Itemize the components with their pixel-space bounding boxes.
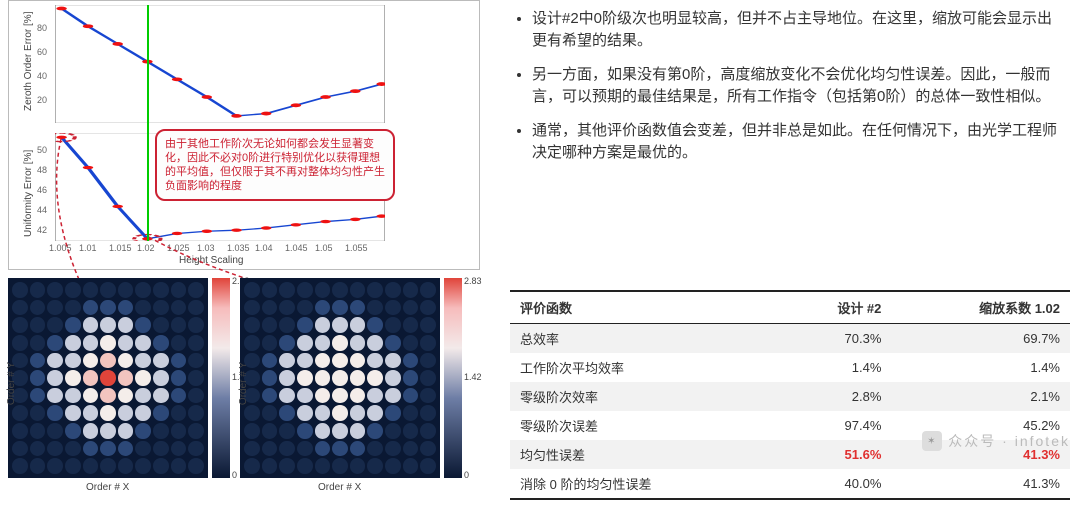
bullet-list: 设计#2中0阶级次也明显较高，但并不占主导地位。在这里，缩放可能会显示出更有希望… <box>510 8 1070 176</box>
heatmap-scaled: 2.83 1.42 0 Order # Y Order # X <box>240 278 462 502</box>
callout-box: 由于其他工作阶次无论如何都会发生显著变化，因此不必对0阶进行特别优化以获得理想的… <box>155 129 395 201</box>
bullet-2: 另一方面，如果没有第0阶，高度缩放变化不会优化均匀性误差。因此，一般而言，可以预… <box>532 64 1066 108</box>
x-ticks: 1.005 1.01 1.015 1.02 1.025 1.03 1.035 1… <box>55 243 385 255</box>
y1-axis-label: Zeroth Order Error [%] <box>23 12 34 111</box>
table-row: 工作阶次平均效率1.4%1.4% <box>510 353 1070 382</box>
results-table: 评价函数 设计 #2 缩放系数 1.02 总效率70.3%69.7%工作阶次平均… <box>510 290 1070 500</box>
hm2-ylabel: Order # Y <box>238 362 249 405</box>
th-scaled: 缩放系数 1.02 <box>891 291 1070 324</box>
table-row: 零级阶次效率2.8%2.1% <box>510 382 1070 411</box>
scaling-marker-line <box>147 5 149 241</box>
th-metric: 评价函数 <box>510 291 778 324</box>
hm2-xlabel: Order # X <box>318 482 361 493</box>
bullet-1: 设计#2中0阶级次也明显较高，但并不占主导地位。在这里，缩放可能会显示出更有希望… <box>532 8 1066 52</box>
colorbar-2: 2.83 1.42 0 <box>444 278 462 478</box>
colorbar-1: 2.83 1.42 0 <box>212 278 230 478</box>
x-axis-label: Height Scaling <box>179 255 243 266</box>
hm1-xlabel: Order # X <box>86 482 129 493</box>
watermark: ✶ 众众号 · infotek <box>922 431 1070 451</box>
table-row: 总效率70.3%69.7% <box>510 324 1070 354</box>
bullet-3: 通常，其他评价函数值会变差，但并非总是如此。在任何情况下，由光学工程师决定哪种方… <box>532 120 1066 164</box>
zeroth-order-error-plot <box>55 5 385 123</box>
hm1-ylabel: Order # Y <box>6 362 17 405</box>
y2-axis-label: Uniformity Error [%] <box>23 150 34 237</box>
wechat-icon: ✶ <box>922 431 942 451</box>
table-row: 消除 0 阶的均匀性误差40.0%41.3% <box>510 469 1070 499</box>
line-charts-panel: Zeroth Order Error [%] 20 40 60 80 Unifo… <box>8 0 480 270</box>
heatmap-design2: 2.83 1.42 0 Order # Y Order # X <box>8 278 230 502</box>
th-design2: 设计 #2 <box>778 291 891 324</box>
